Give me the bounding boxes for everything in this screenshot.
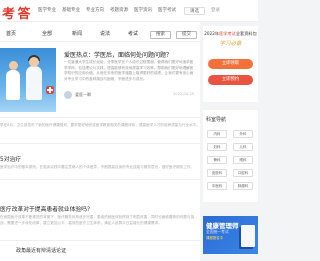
promo-box: 2022年医学考试全套资料包 学习必备 立即领取 立即预约 <box>203 26 258 102</box>
ad-tagline: 课程报名中 <box>206 236 223 240</box>
site-logo[interactable]: 考 答 <box>2 3 31 22</box>
tab-exam[interactable]: 考试 <box>128 30 138 37</box>
article-excerpt: 医学治疗中的基本原则，在临床实践中要注意病人的个体差异，不断提高自身的专业技能与… <box>0 165 195 169</box>
article-excerpt: 在我国医疗改革不断推进的背景下，医疗服务体系逐步完善，患者的就医体验得到了明显改… <box>0 215 195 225</box>
ad-banner[interactable]: 健康管理师 全国统一考试 课程报名中 <box>203 216 258 254</box>
nav-item[interactable]: 专业方向 <box>86 7 104 15</box>
nav-item[interactable]: 考题资源 <box>110 7 128 15</box>
department-item[interactable]: 眼科 <box>233 156 253 164</box>
department-item[interactable]: 骨科 <box>207 156 227 164</box>
publish-date: 2022-04-25 <box>173 92 194 96</box>
article-title[interactable]: 5对治疗 <box>0 154 21 163</box>
login-link[interactable]: 登录 <box>211 7 220 15</box>
article-title[interactable]: 政角最近有辩清话论证 <box>16 247 66 254</box>
department-item[interactable]: 中医科 <box>207 182 227 190</box>
category-select[interactable]: 请选 <box>184 7 205 15</box>
department-item[interactable]: 妇科 <box>207 143 227 151</box>
featured-excerpt: 一位普通大学生成长经验，分享医学在个人成长过程里面，使得我们更好地追求医学学科，… <box>64 60 194 81</box>
department-item[interactable]: 皮肤科 <box>207 169 227 177</box>
nav-item[interactable]: 医学资讯 <box>134 7 152 15</box>
main-nav: 医学专业 基础专业 专业方向 考题资源 医学资讯 医学考试 请选 登录 <box>38 7 220 15</box>
nav-item[interactable]: 基础专业 <box>62 7 80 15</box>
nav-item[interactable]: 医学考试 <box>158 7 176 15</box>
main-content: 首页 全部 新闻 说法 考试 搜索 提交 爱医热点：学医后，面临何处问题问题？ … <box>0 22 200 261</box>
department-nav: 科室导航 内科 外科 妇科 儿科 骨科 眼科 皮肤科 口腔科 中医科 肿瘤科 <box>203 110 258 202</box>
search-button[interactable]: 搜索 <box>150 31 171 39</box>
divider <box>0 143 200 144</box>
sidebar: 2022年医学考试全套资料包 学习必备 立即领取 立即预约 科室导航 内科 外科… <box>203 22 258 261</box>
author-name[interactable]: 爱医一瞬 <box>75 92 91 98</box>
book-icon <box>241 225 255 247</box>
tab-news[interactable]: 新闻 <box>72 30 82 37</box>
department-item[interactable]: 内科 <box>207 130 227 138</box>
department-item[interactable]: 肿瘤科 <box>233 182 253 190</box>
medical-cross-icon <box>46 86 54 94</box>
department-nav-title: 科室导航 <box>206 117 227 123</box>
divider <box>0 240 200 241</box>
nav-item[interactable]: 医学专业 <box>38 7 56 15</box>
department-item[interactable]: 外科 <box>233 130 253 138</box>
department-item[interactable]: 口腔科 <box>233 169 253 177</box>
promo-headline: 2022年医学考试全套资料包 <box>204 31 257 36</box>
tab-discussion[interactable]: 说法 <box>100 30 110 37</box>
avatar <box>64 91 72 99</box>
article-title[interactable]: 医疗改革对于提高患者就业体验吗？ <box>0 204 93 213</box>
book-button[interactable]: 立即预约 <box>208 75 253 85</box>
promo-subtitle: 学习必备 <box>219 41 242 47</box>
author-info: 爱医一瞬 <box>64 91 91 99</box>
claim-button[interactable]: 立即领取 <box>208 59 253 69</box>
featured-title[interactable]: 爱医热点：学医后，面临何处问题问题？ <box>64 50 172 59</box>
submit-button[interactable]: 提交 <box>176 31 197 39</box>
featured-image[interactable] <box>0 48 56 112</box>
tab-bar: 首页 全部 新闻 说法 考试 搜索 提交 <box>0 28 200 42</box>
top-bar: 考 答 医学专业 基础专业 专业方向 考题资源 医学资讯 医学考试 请选 登录 <box>0 0 258 22</box>
tab-home[interactable]: 首页 <box>6 30 16 37</box>
department-item[interactable]: 儿科 <box>233 143 253 151</box>
divider <box>0 179 200 180</box>
divider <box>0 117 200 118</box>
featured-article[interactable]: 爱医热点：学医后，面临何处问题问题？ 一位普通大学生成长经验，分享医学在个人成长… <box>0 46 200 116</box>
article-snippet: 早在8月，卫生部发布了新的医疗健康规划，要求更好地完成医学教育相关的课程体系，提… <box>0 123 200 127</box>
tab-all[interactable]: 全部 <box>42 30 52 37</box>
